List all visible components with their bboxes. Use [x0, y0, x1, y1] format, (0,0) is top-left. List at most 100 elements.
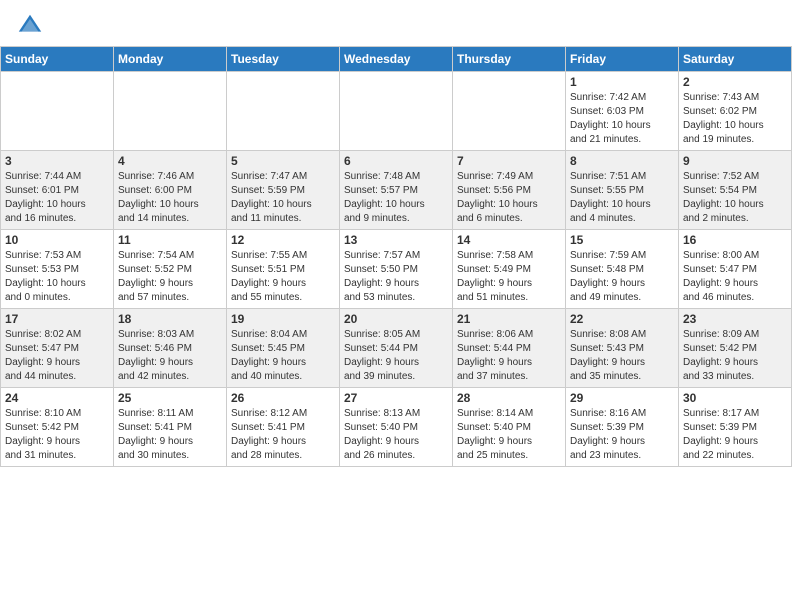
col-header-monday: Monday	[114, 47, 227, 72]
day-info: Sunrise: 7:59 AM Sunset: 5:48 PM Dayligh…	[570, 249, 674, 305]
day-info: Sunrise: 8:17 AM Sunset: 5:39 PM Dayligh…	[683, 407, 787, 463]
day-info: Sunrise: 7:51 AM Sunset: 5:55 PM Dayligh…	[570, 170, 674, 226]
calendar-cell: 12 Sunrise: 7:55 AM Sunset: 5:51 PM Dayli…	[227, 230, 340, 309]
day-info: Sunrise: 8:16 AM Sunset: 5:39 PM Dayligh…	[570, 407, 674, 463]
day-number: 1	[570, 75, 674, 89]
day-number: 28	[457, 391, 561, 405]
day-info: Sunrise: 8:04 AM Sunset: 5:45 PM Dayligh…	[231, 328, 335, 384]
calendar-week-row: 10 Sunrise: 7:53 AM Sunset: 5:53 PM Dayli…	[1, 230, 792, 309]
calendar-cell: 14 Sunrise: 7:58 AM Sunset: 5:49 PM Dayli…	[453, 230, 566, 309]
calendar-cell	[1, 72, 114, 151]
calendar-cell: 3Sunrise: 7:44 AM Sunset: 6:01 PM Daylig…	[1, 151, 114, 230]
day-number: 30	[683, 391, 787, 405]
day-number: 2	[683, 75, 787, 89]
day-number: 23	[683, 312, 787, 326]
calendar-cell: 20Sunrise: 8:05 AM Sunset: 5:44 PM Dayli…	[340, 309, 453, 388]
day-info: Sunrise: 8:13 AM Sunset: 5:40 PM Dayligh…	[344, 407, 448, 463]
calendar-cell: 8 Sunrise: 7:51 AM Sunset: 5:55 PM Daylig…	[566, 151, 679, 230]
calendar-cell: 28 Sunrise: 8:14 AM Sunset: 5:40 PM Dayli…	[453, 388, 566, 467]
calendar-cell: 18Sunrise: 8:03 AM Sunset: 5:46 PM Dayli…	[114, 309, 227, 388]
logo-icon	[16, 12, 44, 40]
day-number: 3	[5, 154, 109, 168]
day-info: Sunrise: 8:11 AM Sunset: 5:41 PM Dayligh…	[118, 407, 222, 463]
day-number: 8	[570, 154, 674, 168]
calendar-cell: 9 Sunrise: 7:52 AM Sunset: 5:54 PM Daylig…	[679, 151, 792, 230]
col-header-saturday: Saturday	[679, 47, 792, 72]
calendar-cell	[114, 72, 227, 151]
col-header-wednesday: Wednesday	[340, 47, 453, 72]
day-number: 24	[5, 391, 109, 405]
calendar-cell: 7 Sunrise: 7:49 AM Sunset: 5:56 PM Daylig…	[453, 151, 566, 230]
calendar-cell: 22Sunrise: 8:08 AM Sunset: 5:43 PM Dayli…	[566, 309, 679, 388]
calendar-cell: 26 Sunrise: 8:12 AM Sunset: 5:41 PM Dayli…	[227, 388, 340, 467]
col-header-thursday: Thursday	[453, 47, 566, 72]
day-info: Sunrise: 7:48 AM Sunset: 5:57 PM Dayligh…	[344, 170, 448, 226]
page-header	[0, 0, 792, 46]
calendar-header-row: SundayMondayTuesdayWednesdayThursdayFrid…	[1, 47, 792, 72]
day-number: 13	[344, 233, 448, 247]
day-number: 25	[118, 391, 222, 405]
day-number: 11	[118, 233, 222, 247]
day-info: Sunrise: 7:58 AM Sunset: 5:49 PM Dayligh…	[457, 249, 561, 305]
calendar-cell: 1 Sunrise: 7:42 AM Sunset: 6:03 PM Daylig…	[566, 72, 679, 151]
calendar-cell: 15Sunrise: 7:59 AM Sunset: 5:48 PM Dayli…	[566, 230, 679, 309]
calendar-week-row: 17 Sunrise: 8:02 AM Sunset: 5:47 PM Dayli…	[1, 309, 792, 388]
calendar-cell	[453, 72, 566, 151]
day-number: 7	[457, 154, 561, 168]
day-number: 29	[570, 391, 674, 405]
day-info: Sunrise: 7:53 AM Sunset: 5:53 PM Dayligh…	[5, 249, 109, 305]
calendar-cell: 21 Sunrise: 8:06 AM Sunset: 5:44 PM Dayli…	[453, 309, 566, 388]
day-number: 16	[683, 233, 787, 247]
calendar-week-row: 24 Sunrise: 8:10 AM Sunset: 5:42 PM Dayli…	[1, 388, 792, 467]
calendar-cell: 25 Sunrise: 8:11 AM Sunset: 5:41 PM Dayli…	[114, 388, 227, 467]
calendar-cell	[340, 72, 453, 151]
day-info: Sunrise: 8:03 AM Sunset: 5:46 PM Dayligh…	[118, 328, 222, 384]
calendar-cell: 13Sunrise: 7:57 AM Sunset: 5:50 PM Dayli…	[340, 230, 453, 309]
calendar-cell	[227, 72, 340, 151]
day-info: Sunrise: 8:14 AM Sunset: 5:40 PM Dayligh…	[457, 407, 561, 463]
day-number: 19	[231, 312, 335, 326]
calendar-cell: 27 Sunrise: 8:13 AM Sunset: 5:40 PM Dayli…	[340, 388, 453, 467]
day-number: 27	[344, 391, 448, 405]
col-header-tuesday: Tuesday	[227, 47, 340, 72]
day-number: 4	[118, 154, 222, 168]
day-number: 26	[231, 391, 335, 405]
calendar-cell: 2 Sunrise: 7:43 AM Sunset: 6:02 PM Daylig…	[679, 72, 792, 151]
day-info: Sunrise: 7:52 AM Sunset: 5:54 PM Dayligh…	[683, 170, 787, 226]
calendar-cell: 29 Sunrise: 8:16 AM Sunset: 5:39 PM Dayli…	[566, 388, 679, 467]
day-info: Sunrise: 7:54 AM Sunset: 5:52 PM Dayligh…	[118, 249, 222, 305]
calendar-cell: 10 Sunrise: 7:53 AM Sunset: 5:53 PM Dayli…	[1, 230, 114, 309]
day-info: Sunrise: 7:42 AM Sunset: 6:03 PM Dayligh…	[570, 91, 674, 147]
calendar-cell: 23 Sunrise: 8:09 AM Sunset: 5:42 PM Dayli…	[679, 309, 792, 388]
calendar-week-row: 1 Sunrise: 7:42 AM Sunset: 6:03 PM Daylig…	[1, 72, 792, 151]
day-info: Sunrise: 8:08 AM Sunset: 5:43 PM Dayligh…	[570, 328, 674, 384]
col-header-sunday: Sunday	[1, 47, 114, 72]
calendar-cell: 6 Sunrise: 7:48 AM Sunset: 5:57 PM Daylig…	[340, 151, 453, 230]
calendar-cell: 11 Sunrise: 7:54 AM Sunset: 5:52 PM Dayli…	[114, 230, 227, 309]
calendar-cell: 30 Sunrise: 8:17 AM Sunset: 5:39 PM Dayli…	[679, 388, 792, 467]
calendar-table: SundayMondayTuesdayWednesdayThursdayFrid…	[0, 46, 792, 467]
day-number: 21	[457, 312, 561, 326]
calendar-cell: 17 Sunrise: 8:02 AM Sunset: 5:47 PM Dayli…	[1, 309, 114, 388]
day-info: Sunrise: 8:06 AM Sunset: 5:44 PM Dayligh…	[457, 328, 561, 384]
day-number: 12	[231, 233, 335, 247]
day-info: Sunrise: 8:00 AM Sunset: 5:47 PM Dayligh…	[683, 249, 787, 305]
day-info: Sunrise: 8:09 AM Sunset: 5:42 PM Dayligh…	[683, 328, 787, 384]
day-info: Sunrise: 7:43 AM Sunset: 6:02 PM Dayligh…	[683, 91, 787, 147]
day-info: Sunrise: 8:12 AM Sunset: 5:41 PM Dayligh…	[231, 407, 335, 463]
day-number: 17	[5, 312, 109, 326]
day-number: 14	[457, 233, 561, 247]
day-number: 9	[683, 154, 787, 168]
day-number: 5	[231, 154, 335, 168]
logo	[16, 12, 48, 40]
day-info: Sunrise: 7:47 AM Sunset: 5:59 PM Dayligh…	[231, 170, 335, 226]
day-number: 6	[344, 154, 448, 168]
day-info: Sunrise: 8:02 AM Sunset: 5:47 PM Dayligh…	[5, 328, 109, 384]
calendar-cell: 5 Sunrise: 7:47 AM Sunset: 5:59 PM Daylig…	[227, 151, 340, 230]
day-info: Sunrise: 7:49 AM Sunset: 5:56 PM Dayligh…	[457, 170, 561, 226]
day-info: Sunrise: 8:10 AM Sunset: 5:42 PM Dayligh…	[5, 407, 109, 463]
day-info: Sunrise: 7:55 AM Sunset: 5:51 PM Dayligh…	[231, 249, 335, 305]
calendar-week-row: 3Sunrise: 7:44 AM Sunset: 6:01 PM Daylig…	[1, 151, 792, 230]
calendar-cell: 16 Sunrise: 8:00 AM Sunset: 5:47 PM Dayli…	[679, 230, 792, 309]
day-number: 10	[5, 233, 109, 247]
